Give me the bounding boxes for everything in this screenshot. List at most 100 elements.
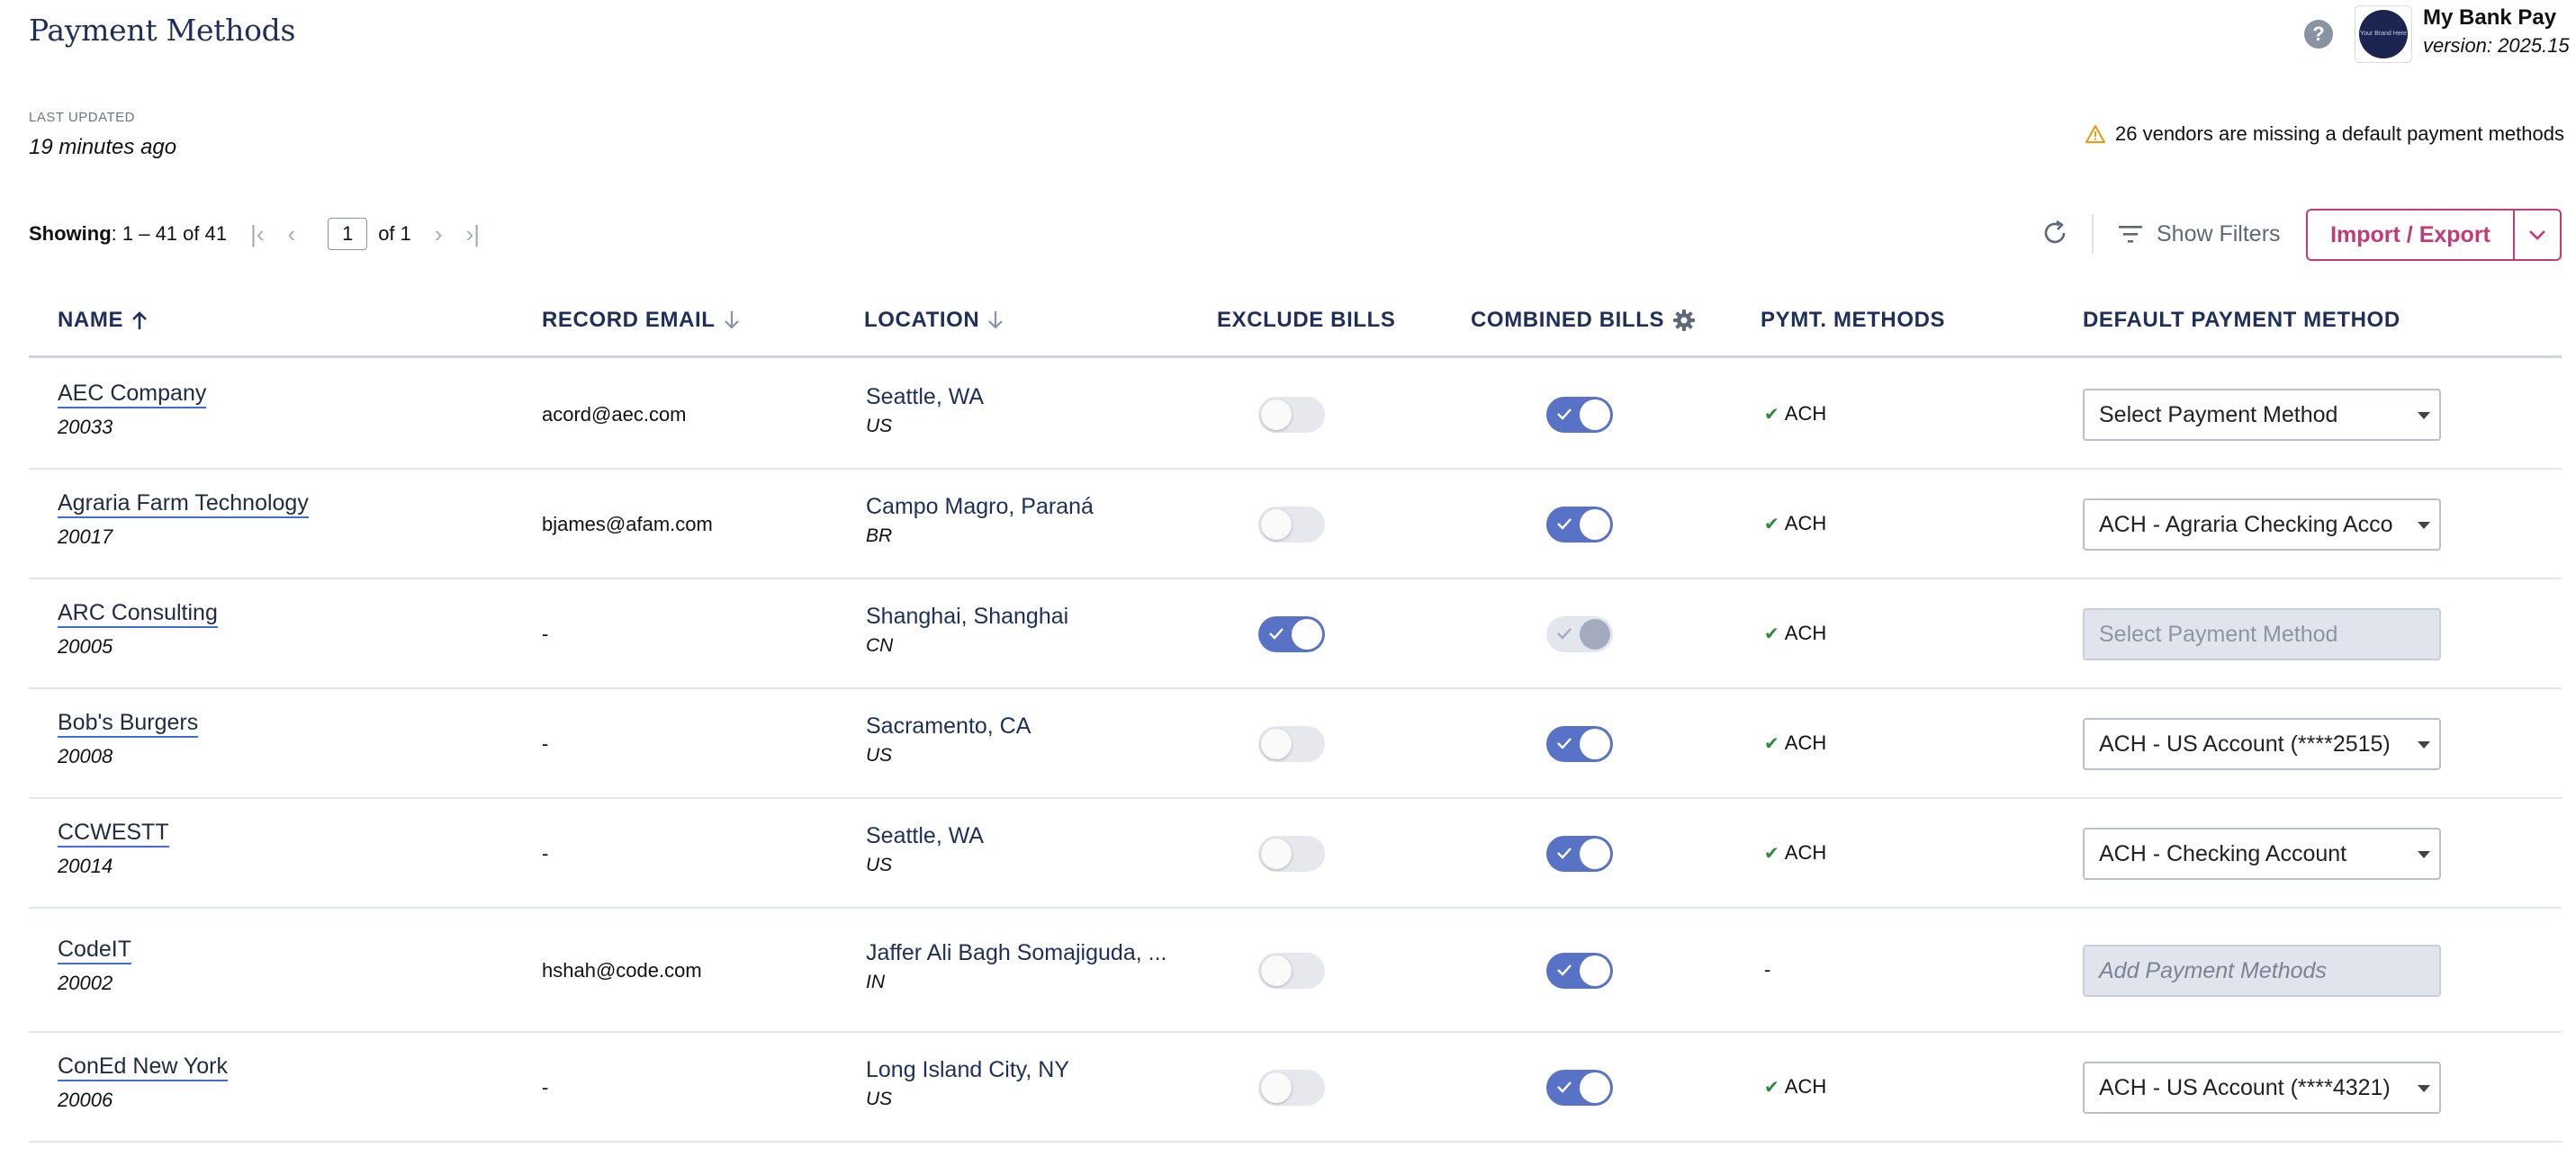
import-export-menu-button[interactable] bbox=[2513, 209, 2562, 261]
exclude-bills-toggle[interactable] bbox=[1258, 836, 1325, 872]
vendor-name-link[interactable]: CodeIT bbox=[58, 937, 131, 964]
vendor-cell: ARC Consulting 20005 bbox=[58, 600, 218, 659]
vendor-name: CodeIT bbox=[58, 937, 131, 964]
prev-page-icon[interactable]: ‹ bbox=[288, 220, 296, 248]
table-row[interactable]: ConEd New York 20006 - Long Island City,… bbox=[29, 1033, 2562, 1143]
column-header-name[interactable]: NAME bbox=[58, 308, 149, 333]
exclude-bills-toggle[interactable] bbox=[1258, 1070, 1325, 1106]
app-name: My Bank Pay bbox=[2423, 5, 2557, 30]
combined-bills-toggle[interactable] bbox=[1546, 1070, 1613, 1106]
vendor-name-link[interactable]: Agraria Farm Technology bbox=[58, 490, 309, 518]
column-name-label: NAME bbox=[58, 308, 124, 332]
vendor-id: 20008 bbox=[58, 745, 113, 767]
table-row[interactable]: Agraria Farm Technology 20017 bjames@afa… bbox=[29, 470, 2562, 579]
location-cell: Sacramento, CA US bbox=[866, 713, 1031, 767]
table-row[interactable]: CCWESTT 20014 - Seattle, WA US ✔ ACH ACH … bbox=[29, 799, 2562, 909]
location-city: Seattle, WA bbox=[866, 384, 985, 409]
checkmark-icon bbox=[1557, 518, 1572, 530]
column-header-methods: PYMT. METHODS bbox=[1761, 308, 1945, 333]
exclude-bills-toggle[interactable] bbox=[1258, 953, 1325, 989]
combined-bills-cell bbox=[1546, 689, 1618, 799]
table-row[interactable]: ARC Consulting 20005 - Shanghai, Shangha… bbox=[29, 579, 2562, 689]
default-payment-method-select[interactable]: ACH - Agraria Checking Acco bbox=[2083, 498, 2441, 551]
checkmark-icon: ✔ bbox=[1764, 623, 1779, 644]
toggle-knob bbox=[1261, 955, 1292, 986]
column-email-label: RECORD EMAIL bbox=[542, 308, 716, 332]
toggle-knob bbox=[1580, 509, 1610, 540]
column-combined-label: COMBINED BILLS bbox=[1471, 308, 1665, 332]
sort-desc-icon bbox=[988, 311, 1004, 329]
location-cell: Long Island City, NY US bbox=[866, 1057, 1069, 1110]
combined-bills-cell bbox=[1546, 1033, 1618, 1143]
first-page-icon[interactable]: |‹ bbox=[250, 220, 264, 248]
payment-methods-value: ACH bbox=[1784, 731, 1827, 754]
location-country: US bbox=[866, 1089, 893, 1109]
location-country: IN bbox=[866, 972, 885, 992]
vendor-name-link[interactable]: AEC Company bbox=[58, 381, 207, 408]
toggle-knob bbox=[1292, 619, 1322, 650]
exclude-bills-toggle[interactable] bbox=[1258, 726, 1325, 762]
last-updated-label: LAST UPDATED bbox=[29, 110, 135, 125]
toggle-knob bbox=[1580, 619, 1610, 650]
sort-asc-icon bbox=[132, 311, 147, 329]
vendor-name-link[interactable]: ARC Consulting bbox=[58, 600, 218, 628]
table-row[interactable]: Bob's Burgers 20008 - Sacramento, CA US … bbox=[29, 689, 2562, 799]
brand-logo: Your Brand Here bbox=[2355, 5, 2412, 63]
checkmark-icon bbox=[1557, 738, 1572, 749]
toggle-knob bbox=[1261, 509, 1292, 540]
import-export-button[interactable]: Import / Export bbox=[2306, 209, 2515, 261]
default-payment-method-value: Add Payment Methods bbox=[2099, 957, 2327, 983]
location-cell: Campo Magro, Paraná BR bbox=[866, 494, 1094, 547]
combined-bills-toggle[interactable] bbox=[1546, 507, 1613, 543]
default-payment-method-select[interactable]: Add Payment Methods bbox=[2083, 945, 2441, 997]
checkmark-icon bbox=[1557, 1081, 1572, 1093]
exclude-bills-toggle[interactable] bbox=[1258, 507, 1325, 543]
default-payment-method-select[interactable]: Select Payment Method bbox=[2083, 389, 2441, 441]
last-updated-value: 19 minutes ago bbox=[29, 135, 177, 159]
default-payment-method-value: ACH - Checking Account bbox=[2099, 840, 2347, 866]
help-icon[interactable]: ? bbox=[2304, 20, 2333, 49]
combined-bills-toggle[interactable] bbox=[1546, 397, 1613, 433]
exclude-bills-cell bbox=[1258, 470, 1330, 579]
vendor-name-link[interactable]: CCWESTT bbox=[58, 820, 169, 848]
combined-bills-toggle[interactable] bbox=[1546, 953, 1613, 989]
column-header-location[interactable]: LOCATION bbox=[864, 308, 1004, 333]
next-page-icon[interactable]: › bbox=[435, 220, 443, 248]
default-payment-method-select[interactable]: ACH - US Account (****4321) bbox=[2083, 1062, 2441, 1114]
vendor-name-link[interactable]: ConEd New York bbox=[58, 1054, 229, 1081]
vendor-cell: ConEd New York 20006 bbox=[58, 1054, 229, 1112]
refresh-icon[interactable] bbox=[2040, 218, 2070, 248]
exclude-bills-cell bbox=[1258, 909, 1330, 1033]
column-header-exclude: EXCLUDE BILLS bbox=[1217, 308, 1395, 333]
default-payment-method-select[interactable]: ACH - US Account (****2515) bbox=[2083, 718, 2441, 770]
exclude-bills-toggle[interactable] bbox=[1258, 397, 1325, 433]
combined-bills-cell bbox=[1546, 799, 1618, 909]
column-header-email[interactable]: RECORD EMAIL bbox=[542, 308, 741, 333]
location-city: Long Island City, NY bbox=[866, 1057, 1070, 1082]
vendor-id: 20014 bbox=[58, 855, 113, 877]
payment-methods-value: ACH bbox=[1784, 512, 1827, 534]
default-payment-method-select[interactable]: ACH - Checking Account bbox=[2083, 828, 2441, 880]
table-row[interactable]: AEC Company 20033 acord@aec.com Seattle,… bbox=[29, 360, 2562, 470]
location-country: US bbox=[866, 416, 893, 436]
combined-bills-toggle[interactable] bbox=[1546, 836, 1613, 872]
gear-icon[interactable] bbox=[1671, 308, 1697, 333]
last-page-icon[interactable]: ›| bbox=[466, 220, 480, 248]
toggle-knob bbox=[1580, 839, 1610, 869]
column-methods-label: PYMT. METHODS bbox=[1761, 308, 1946, 332]
show-filters-button[interactable]: Show Filters bbox=[2117, 216, 2281, 252]
location-country: BR bbox=[866, 525, 893, 546]
filter-icon bbox=[2119, 226, 2142, 243]
checkmark-icon: ✔ bbox=[1764, 514, 1779, 534]
payment-methods-cell: ✔ ACH bbox=[1764, 402, 1826, 426]
payment-methods-value: ACH bbox=[1784, 402, 1827, 425]
combined-bills-toggle[interactable] bbox=[1546, 726, 1613, 762]
page-number-input[interactable]: 1 bbox=[328, 218, 368, 250]
vendor-name-link[interactable]: Bob's Burgers bbox=[58, 710, 199, 738]
location-country: US bbox=[866, 745, 893, 766]
vendor-name: ConEd New York bbox=[58, 1054, 229, 1081]
checkmark-icon: ✔ bbox=[1764, 843, 1779, 864]
vendor-cell: CCWESTT 20014 bbox=[58, 820, 169, 878]
table-row[interactable]: CodeIT 20002 hshah@code.com Jaffer Ali B… bbox=[29, 909, 2562, 1033]
exclude-bills-toggle[interactable] bbox=[1258, 616, 1325, 652]
